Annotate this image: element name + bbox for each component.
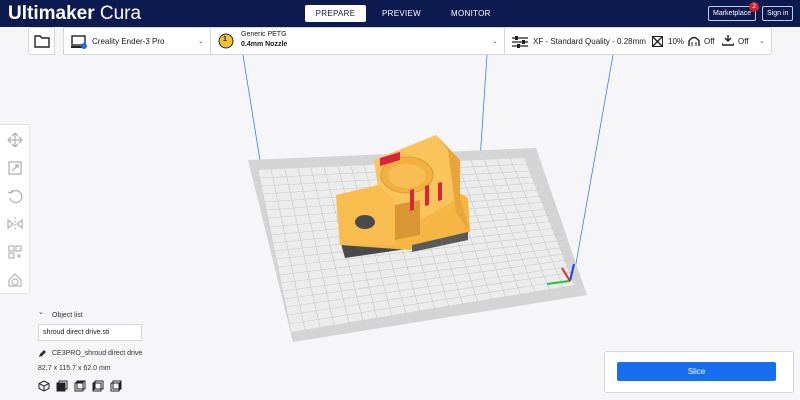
header-bar: Creality Ender-3 Pro ⌄ 1 Generic PETG 0.…: [28, 27, 772, 55]
view-left-icon[interactable]: [92, 380, 104, 392]
print-settings-selector[interactable]: XF - Standard Quality - 0.28mm 10% Off O…: [504, 27, 772, 55]
support-blocker-icon[interactable]: [7, 272, 23, 288]
build-volume-edge: [242, 55, 263, 174]
adhesion-value: Off: [738, 37, 749, 46]
object-dimensions: 82.7 x 115.7 x 62.0 mm: [38, 365, 111, 372]
object-list-title[interactable]: Object list: [52, 312, 83, 319]
nozzle-size: 0.4mm Nozzle: [241, 41, 288, 48]
view-top-icon[interactable]: [74, 380, 86, 392]
tab-prepare[interactable]: PREPARE: [305, 5, 366, 22]
adhesion-icon: [722, 35, 734, 46]
tab-monitor[interactable]: MONITOR: [438, 5, 504, 22]
profile-name: XF - Standard Quality - 0.28mm: [533, 37, 646, 46]
printer-name: Creality Ender-3 Pro: [92, 37, 165, 46]
slice-button[interactable]: Slice: [617, 362, 776, 381]
object-list-panel: ⌄ Object list shroud direct drive.sti CE…: [36, 308, 216, 398]
chevron-down-icon: ⌄: [492, 38, 498, 45]
support-icon: [688, 36, 700, 46]
per-model-settings-icon[interactable]: [7, 244, 23, 260]
job-name[interactable]: CE3PRO_shroud direct drive: [52, 350, 142, 357]
material-name: Generic PETG: [241, 31, 287, 38]
open-file-button[interactable]: [28, 27, 55, 55]
infill-icon: [652, 36, 663, 47]
printer-selector[interactable]: Creality Ender-3 Pro ⌄: [63, 27, 210, 55]
object-list-item[interactable]: shroud direct drive.sti: [38, 324, 142, 341]
signin-button[interactable]: Sign in: [762, 6, 794, 21]
move-icon[interactable]: [7, 132, 23, 148]
view-front-icon[interactable]: [56, 380, 68, 392]
build-volume-edge: [479, 55, 488, 161]
view-right-icon[interactable]: [110, 380, 122, 392]
app-logo: Ultimaker Cura: [8, 3, 142, 24]
tool-panel: [0, 124, 30, 294]
mirror-icon[interactable]: [7, 216, 23, 232]
top-bar: Ultimaker Cura PREPARE PREVIEW MONITOR M…: [0, 0, 800, 27]
chevron-down-icon: ⌄: [198, 38, 204, 45]
marketplace-label: Marketplace: [713, 10, 752, 17]
marketplace-badge: 2: [749, 2, 760, 12]
tab-preview[interactable]: PREVIEW: [369, 5, 434, 22]
camera-view-buttons: [38, 380, 122, 392]
chevron-down-icon[interactable]: ⌄: [38, 308, 44, 316]
scale-icon[interactable]: [7, 160, 23, 176]
marketplace-button[interactable]: Marketplace 2: [708, 2, 760, 21]
folder-icon: [34, 35, 50, 48]
infill-value: 10%: [668, 37, 685, 46]
chevron-down-icon: ⌄: [759, 38, 765, 45]
settings-sliders-icon: [512, 36, 528, 48]
rotate-icon[interactable]: [7, 188, 23, 204]
material-selector[interactable]: 1 Generic PETG 0.4mm Nozzle ⌄: [210, 27, 504, 55]
build-volume-edge: [573, 55, 614, 276]
stage-tabs: PREPARE PREVIEW MONITOR: [305, 5, 504, 22]
printer-icon: [71, 35, 87, 49]
edit-pencil-icon[interactable]: [38, 349, 47, 358]
action-panel: Slice: [604, 351, 794, 393]
material-slot-number: 1: [223, 36, 227, 43]
view-3d-icon[interactable]: [38, 380, 50, 392]
model-shroud-direct-drive[interactable]: [336, 135, 470, 252]
support-value: Off: [704, 37, 715, 46]
